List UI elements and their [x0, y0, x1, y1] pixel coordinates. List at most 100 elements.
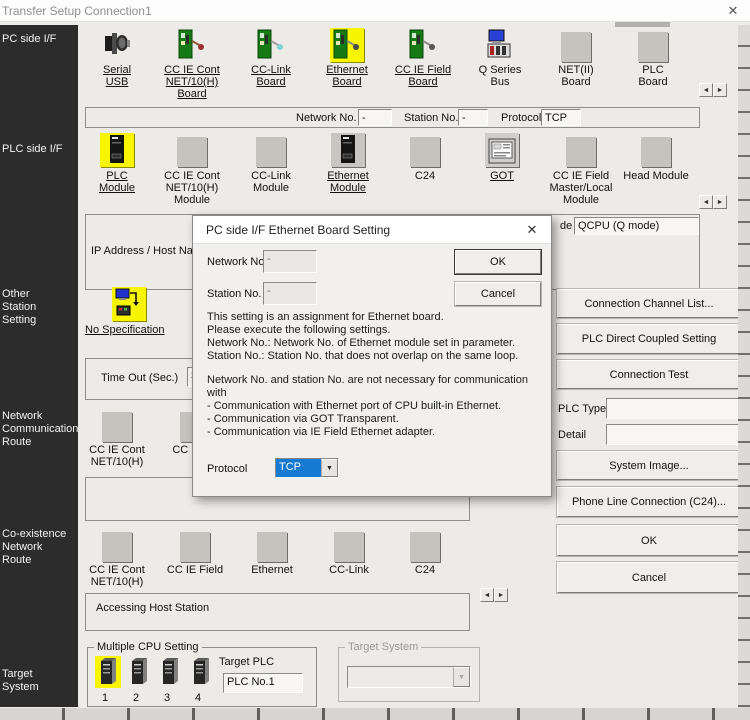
plc-if-ethernet-module-label[interactable]: Ethernet Module: [308, 170, 388, 194]
ethernet-module-icon: [340, 134, 356, 167]
window-titlebar: Transfer Setup Connection1 ✕: [0, 0, 750, 22]
connection-channel-list-button[interactable]: Connection Channel List...: [557, 289, 741, 318]
coexist-c24-label[interactable]: C24: [385, 564, 465, 576]
protocol-field[interactable]: TCP: [541, 109, 581, 126]
plc-if-cclink-module-label[interactable]: CC-Link Module: [231, 170, 311, 194]
plc-direct-coupled-button[interactable]: PLC Direct Coupled Setting: [557, 324, 741, 354]
cpu1-button[interactable]: [95, 656, 121, 688]
dialog-body-line: - Communication with Ethernet port of CP…: [207, 400, 501, 412]
dialog-cancel-button[interactable]: Cancel: [455, 282, 541, 306]
sidebar: PC side I/F PLC side I/F Other Station S…: [0, 25, 78, 707]
plc-if-ccie-cont-module[interactable]: [175, 133, 209, 167]
target-system-dropdown[interactable]: ▼: [347, 666, 471, 688]
pc-if-serial-usb-label[interactable]: Serial USB: [77, 64, 157, 88]
plc-if-cclink-module[interactable]: [254, 133, 288, 167]
ethernet-board-setting-dialog: PC side I/F Ethernet Board Setting ✕ Net…: [192, 215, 552, 497]
pc-if-netii-board[interactable]: [559, 28, 593, 62]
scroll-left-icon[interactable]: ◄: [699, 83, 713, 97]
pc-if-plc-board[interactable]: [636, 28, 670, 62]
dialog-station-no-field[interactable]: -: [263, 282, 317, 305]
plc-if-head-module-label[interactable]: Head Module: [616, 170, 696, 182]
pc-if-serial-usb[interactable]: [100, 28, 134, 62]
board-icon: [561, 32, 591, 62]
pc-if-ethernet-board-selected[interactable]: [330, 28, 364, 62]
pc-if-netii-board-label[interactable]: NET(II) Board: [536, 64, 616, 88]
plc-if-got-label[interactable]: GOT: [462, 170, 542, 182]
coexist-ccie-field[interactable]: [178, 528, 212, 562]
pcb-board-icon: [333, 29, 361, 62]
target-plc-field: PLC No.1: [223, 673, 303, 693]
ok-button[interactable]: OK: [557, 525, 741, 556]
plc-if-ethernet-module[interactable]: [331, 133, 365, 167]
dialog-protocol-dropdown[interactable]: TCP ▼: [275, 458, 339, 478]
dropdown-arrow-icon: ▼: [321, 459, 338, 477]
plc-if-ccie-field-module-label[interactable]: CC IE Field Master/Local Module: [539, 170, 623, 206]
no-specification-label[interactable]: No Specification: [85, 324, 175, 336]
cpu4-button[interactable]: [188, 656, 214, 688]
pc-if-ccie-field-board-label[interactable]: CC IE Field Board: [383, 64, 463, 88]
coexist-ccie-field-label[interactable]: CC IE Field: [155, 564, 235, 576]
phone-line-connection-button[interactable]: Phone Line Connection (C24)...: [557, 487, 741, 517]
detail-field: [606, 424, 741, 445]
pc-if-ccie-cont-board-label[interactable]: CC IE Cont NET/10(H) Board: [152, 64, 232, 100]
plc-type-label: PLC Type: [558, 403, 606, 415]
window-close-icon[interactable]: ✕: [720, 1, 746, 21]
plc-if-ccie-field-module[interactable]: [564, 133, 598, 167]
module-icon: [334, 532, 364, 562]
plc-if-plc-module-label[interactable]: PLC Module: [77, 170, 157, 194]
dialog-ok-button[interactable]: OK: [455, 250, 541, 274]
ip-address-label: IP Address / Host Na: [91, 245, 193, 257]
coexist-cclink-label[interactable]: CC-Link: [309, 564, 389, 576]
pc-if-q-series-bus[interactable]: [483, 28, 517, 62]
plc-if-got[interactable]: [485, 133, 519, 167]
plc-if-plc-module-selected[interactable]: [100, 133, 134, 167]
module-icon: [410, 137, 440, 167]
pc-if-plc-board-label[interactable]: PLC Board: [613, 64, 693, 88]
pc-if-ccie-field-board[interactable]: [406, 28, 440, 62]
coexist-ccie-cont[interactable]: [100, 528, 134, 562]
station-no-field[interactable]: -: [458, 109, 488, 126]
network-bar: Network No. - Station No. - Protocol TCP: [85, 107, 700, 128]
pcb-board-icon: [409, 29, 437, 62]
plc-if-ccie-cont-module-label[interactable]: CC IE Cont NET/10(H) Module: [152, 170, 232, 206]
dialog-protocol-value: TCP: [276, 459, 321, 477]
plc-if-c24[interactable]: [408, 133, 442, 167]
dialog-body-line: Station No.: Station No. that does not o…: [207, 350, 518, 362]
pc-if-cclink-board[interactable]: [254, 28, 288, 62]
cpu-tower-icon: [98, 656, 118, 688]
plc-if-c24-label[interactable]: C24: [385, 170, 465, 182]
cpu3-button[interactable]: [157, 656, 183, 688]
coexist-ethernet[interactable]: [255, 528, 289, 562]
network-no-field[interactable]: -: [358, 109, 392, 126]
multiple-cpu-group: Multiple CPU Setting 1 2 3 4 Target PLC …: [87, 647, 317, 707]
scroll-right-icon[interactable]: ►: [713, 195, 727, 209]
cpu4-number: 4: [195, 692, 201, 704]
coexist-cclink[interactable]: [332, 528, 366, 562]
pc-if-cclink-board-label[interactable]: CC-Link Board: [231, 64, 311, 88]
connection-test-button[interactable]: Connection Test: [557, 360, 741, 389]
other-station-no-specification[interactable]: [112, 287, 146, 321]
dialog-titlebar: PC side I/F Ethernet Board Setting ✕: [193, 216, 551, 244]
module-icon: [257, 532, 287, 562]
scroll-right-icon[interactable]: ►: [494, 588, 508, 602]
scroll-right-icon[interactable]: ►: [713, 83, 727, 97]
accessing-host-box: Accessing Host Station: [85, 593, 470, 631]
scroll-left-icon[interactable]: ◄: [480, 588, 494, 602]
net-route-ccie-cont[interactable]: [100, 408, 134, 442]
coexist-c24[interactable]: [408, 528, 442, 562]
system-image-button[interactable]: System Image...: [557, 451, 741, 480]
pc-if-q-series-bus-label[interactable]: Q Series Bus: [460, 64, 540, 88]
cancel-button[interactable]: Cancel: [557, 562, 741, 593]
dialog-close-icon[interactable]: ✕: [521, 221, 543, 239]
dialog-network-no-field[interactable]: -: [263, 250, 317, 273]
net-route-ccie-cont-label[interactable]: CC IE Cont NET/10(H): [77, 444, 157, 468]
coexist-ethernet-label[interactable]: Ethernet: [232, 564, 312, 576]
pc-if-ccie-cont-board[interactable]: [175, 28, 209, 62]
pc-if-ethernet-board-label[interactable]: Ethernet Board: [307, 64, 387, 88]
cpu2-button[interactable]: [126, 656, 152, 688]
module-icon: [102, 412, 132, 442]
plc-if-head-module[interactable]: [639, 133, 673, 167]
coexist-ccie-cont-label[interactable]: CC IE Cont NET/10(H): [77, 564, 157, 588]
scroll-left-icon[interactable]: ◄: [699, 195, 713, 209]
dialog-body-line: - Communication via GOT Transparent.: [207, 413, 399, 425]
